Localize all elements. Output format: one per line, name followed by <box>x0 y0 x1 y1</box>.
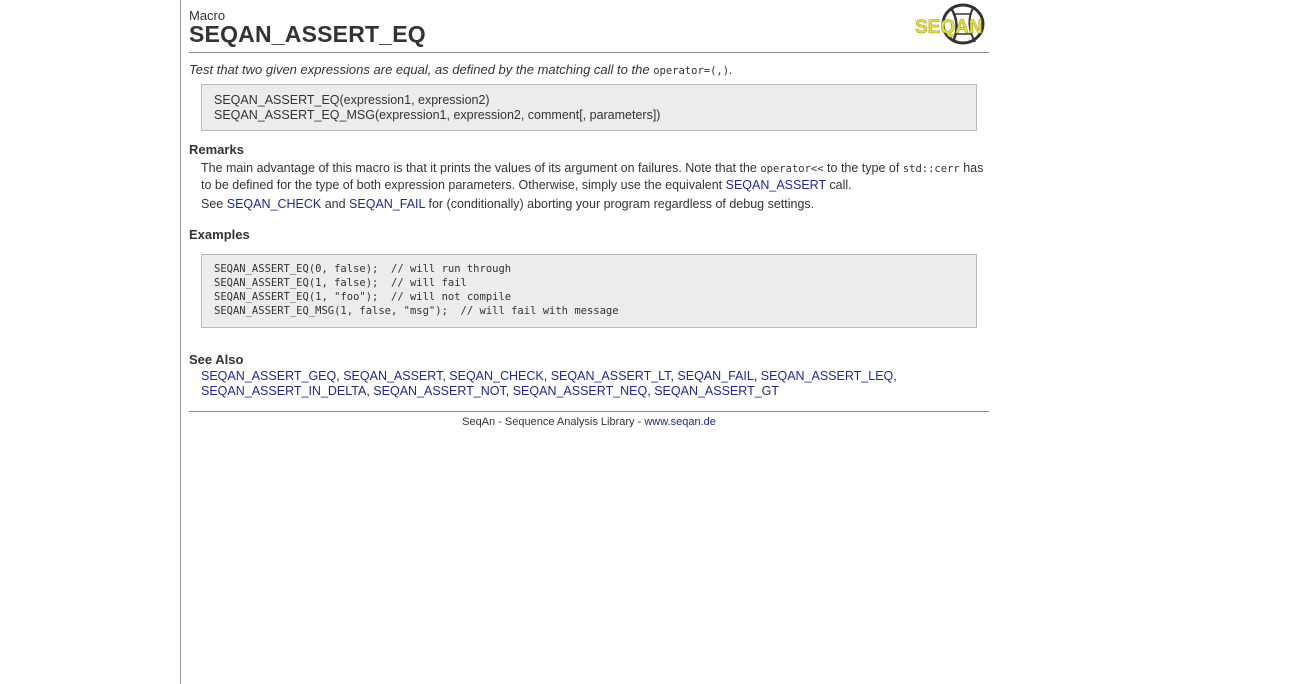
signature-line: SEQAN_ASSERT_EQ(expression1, expression2… <box>214 93 490 107</box>
signature-line: SEQAN_ASSERT_EQ_MSG(expression1, express… <box>214 108 661 122</box>
see-also-links: SEQAN_ASSERT_GEQ, SEQAN_ASSERT, SEQAN_CH… <box>201 369 921 399</box>
doc-header: Macro SEQAN_ASSERT_EQ SEQAN <box>189 0 989 53</box>
see-also-link[interactable]: SEQAN_ASSERT_LEQ <box>761 369 893 383</box>
see-also-link[interactable]: SEQAN_FAIL <box>677 369 753 383</box>
page-title: SEQAN_ASSERT_EQ <box>189 21 426 47</box>
doc-content: Macro SEQAN_ASSERT_EQ SEQAN Test that tw… <box>189 0 989 428</box>
link-seqan-check[interactable]: SEQAN_CHECK <box>227 197 321 211</box>
see-also-link[interactable]: SEQAN_ASSERT_NEQ <box>513 384 648 398</box>
see-also-link[interactable]: SEQAN_ASSERT_IN_DELTA <box>201 384 366 398</box>
doc-page: Macro SEQAN_ASSERT_EQ SEQAN Test that tw… <box>0 0 1316 684</box>
seqan-logo-text: SEQAN <box>915 17 983 38</box>
see-also-link[interactable]: SEQAN_ASSERT_GT <box>654 384 779 398</box>
page-footer: SeqAn - Sequence Analysis Library - www.… <box>189 411 989 428</box>
examples-heading: Examples <box>189 227 250 242</box>
summary-sentence: Test that two given expressions are equa… <box>189 62 650 77</box>
summary-code: operator=(,) <box>653 65 730 77</box>
summary-text: Test that two given expressions are equa… <box>189 62 989 77</box>
list-separator: , <box>543 369 551 383</box>
remarks-text: See <box>201 197 224 211</box>
remarks-text: and <box>324 197 346 211</box>
signature-box: SEQAN_ASSERT_EQ(expression1, expression2… <box>201 84 977 131</box>
seqan-logo: SEQAN <box>915 3 985 45</box>
footer-link[interactable]: www.seqan.de <box>644 416 716 428</box>
see-also-heading: See Also <box>189 352 244 367</box>
inline-code: operator<< <box>760 163 824 175</box>
inline-code: std::cerr <box>902 163 960 175</box>
list-separator: , <box>893 369 897 383</box>
remarks-paragraph: The main advantage of this macro is that… <box>201 160 989 193</box>
see-also-link[interactable]: SEQAN_ASSERT_LT <box>551 369 671 383</box>
remarks-text: to the type of <box>827 161 900 175</box>
footer-text: SeqAn - Sequence Analysis Library - <box>462 416 642 428</box>
link-seqan-assert[interactable]: SEQAN_ASSERT <box>726 178 826 192</box>
example-code-block: SEQAN_ASSERT_EQ(0, false); // will run t… <box>201 254 977 328</box>
see-also-link[interactable]: SEQAN_CHECK <box>449 369 543 383</box>
list-separator: , <box>753 369 761 383</box>
see-also-link[interactable]: SEQAN_ASSERT_GEQ <box>201 369 336 383</box>
link-seqan-fail[interactable]: SEQAN_FAIL <box>349 197 425 211</box>
remarks-text: call. <box>829 178 852 192</box>
remarks-heading: Remarks <box>189 142 244 157</box>
left-frame-divider <box>180 0 181 684</box>
see-also-link[interactable]: SEQAN_ASSERT_NOT <box>373 384 505 398</box>
summary-period: . <box>729 62 733 77</box>
remarks-text: The main advantage of this macro is that… <box>201 161 757 175</box>
remarks-paragraph: See SEQAN_CHECK and SEQAN_FAIL for (cond… <box>201 196 989 212</box>
remarks-body: The main advantage of this macro is that… <box>201 160 989 212</box>
list-separator: , <box>505 384 513 398</box>
see-also-link[interactable]: SEQAN_ASSERT <box>343 369 442 383</box>
remarks-text: for (conditionally) aborting your progra… <box>428 197 815 211</box>
